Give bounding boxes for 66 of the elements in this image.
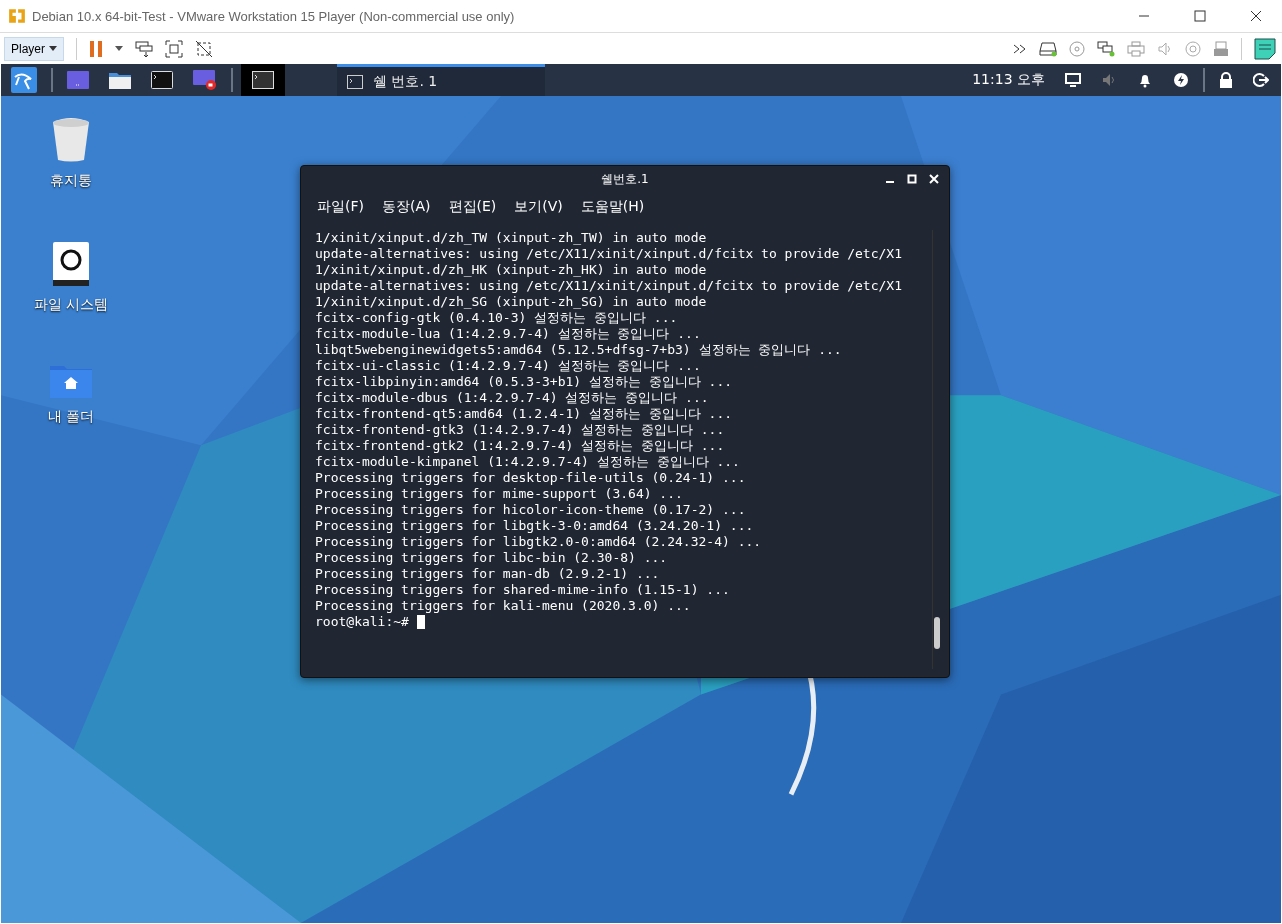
drive-icon[interactable]: [53, 242, 89, 286]
lock-icon[interactable]: [1219, 72, 1233, 88]
speaker-icon[interactable]: [1101, 72, 1117, 88]
unity-icon[interactable]: [195, 39, 213, 58]
folder-icon[interactable]: [109, 71, 131, 89]
terminal-line: Processing triggers for libc-bin (2.30-8) ...: [315, 550, 669, 566]
pause-icon[interactable]: [89, 40, 103, 57]
player-menu-button[interactable]: Player: [4, 36, 64, 61]
terminal-icon[interactable]: [252, 71, 274, 89]
trash-icon[interactable]: [51, 118, 91, 162]
terminal-line: fcitx-module-dbus (1:4.2.9.7-4) 설정하는 중입니다 ...: [315, 390, 710, 406]
power-icon[interactable]: [1173, 72, 1189, 88]
vmware-logo-icon: [8, 7, 26, 25]
menu-item[interactable]: 편집(E): [448, 198, 497, 216]
terminal-line: update-alternatives: using /etc/X11/xinit/xinput.d/fcitx to provide /etc/X1: [315, 278, 903, 294]
terminal-line: fcitx-module-lua (1:4.2.9.7-4) 설정하는 중입니다 ...: [315, 326, 702, 342]
desktop-icon-label[interactable]: 내 폴더: [47, 408, 95, 426]
desktop-icon-label[interactable]: 휴지통: [50, 172, 92, 190]
terminal-line: Processing triggers for kali-menu (2020.3.0) ...: [315, 598, 692, 614]
terminal-line: 1/xinit/xinput.d/zh_HK (xinput-zh_HK) in auto mode: [315, 262, 708, 278]
send-keys-icon[interactable]: [135, 39, 153, 58]
double-chevron-icon[interactable]: [1013, 43, 1027, 54]
menu-item[interactable]: 보기(V): [514, 198, 563, 216]
terminal-line: fcitx-module-kimpanel (1:4.2.9.7-4) 설정하는 중입니다 ...: [315, 454, 741, 470]
text-cursor: [416, 615, 425, 629]
clock[interactable]: 11:13 오후: [972, 71, 1045, 89]
monitor-icon[interactable]: [1065, 73, 1081, 87]
menu-item[interactable]: 동장(A): [382, 198, 431, 216]
note-icon[interactable]: [1254, 37, 1276, 60]
terminal-line: fcitx-frontend-qt5:amd64 (1.2.4-1) 설정하는 중입니다 ...: [315, 406, 734, 422]
taskbar-button[interactable]: 쉘 번호. 1: [337, 64, 545, 96]
terminal-line: fcitx-frontend-gtk2 (1:4.2.9.7-4) 설정하는 중입니다 ...: [315, 438, 726, 454]
terminal-line: Processing triggers for man-db (2.9.2-1) ...: [315, 566, 661, 582]
terminal-line: 1/xinit/xinput.d/zh_TW (xinput-zh_TW) in auto mode: [315, 230, 708, 246]
menu-item[interactable]: 도움말(H): [580, 198, 645, 216]
close-icon[interactable]: [1250, 10, 1262, 22]
terminal-icon[interactable]: [151, 71, 173, 89]
terminal-line: Processing triggers for libgtk-3-0:amd64 (3.24.20-1) ...: [315, 518, 755, 534]
bell-icon[interactable]: [1137, 72, 1153, 88]
terminal-title: 쉘번호.1: [601, 170, 649, 188]
terminal-line: fcitx-config-gtk (0.4.10-3) 설정하는 중입니다 ...: [315, 310, 679, 326]
shell-prompt: root@kali:~#: [315, 614, 409, 630]
terminal-line: 1/xinit/xinput.d/zh_SG (xinput-zh_SG) in auto mode: [315, 294, 708, 310]
terminal-icon: [347, 74, 363, 89]
fullscreen-icon[interactable]: [165, 39, 183, 58]
workspace-switcher[interactable]: [241, 64, 285, 96]
terminal-line: update-alternatives: using /etc/X11/xinit/xinput.d/fcitx to provide /etc/X1: [315, 246, 903, 262]
terminal-line: Processing triggers for desktop-file-utils (0.24-1) ...: [315, 470, 747, 486]
terminal-line: fcitx-ui-classic (1:4.2.9.7-4) 설정하는 중입니다 ...: [315, 358, 702, 374]
desktop-icon-label[interactable]: 파일 시스템: [33, 296, 109, 314]
terminal-line: Processing triggers for shared-mime-info (1.15-1) ...: [315, 582, 731, 598]
logout-icon[interactable]: [1253, 72, 1269, 88]
terminal-line: fcitx-libpinyin:amd64 (0.5.3-3+b1) 설정하는 중입니다 ...: [315, 374, 734, 390]
terminal-line: Processing triggers for mime-support (3.64) ...: [315, 486, 684, 502]
screen-recorder-icon[interactable]: [193, 70, 217, 90]
network-icon[interactable]: [1097, 40, 1115, 57]
terminal-line: Processing triggers for hicolor-icon-theme (0.17-2) ...: [315, 502, 747, 518]
caret-icon[interactable]: [115, 46, 123, 51]
dragon-menu-icon[interactable]: [11, 67, 37, 93]
terminal-line: fcitx-frontend-gtk3 (1:4.2.9.7-4) 설정하는 중입니다 ...: [315, 422, 726, 438]
usb-icon[interactable]: [1213, 40, 1229, 57]
terminal-line: libqt5webenginewidgets5:amd64 (5.12.5+dfsg-7+b3) 설정하는 중입니다 ...: [315, 342, 843, 358]
scrollbar-thumb[interactable]: [934, 617, 940, 649]
terminal-line: Processing triggers for libgtk2.0-0:amd64 (2.24.32-4) ...: [315, 534, 763, 550]
menu-item[interactable]: 파일(F): [317, 198, 364, 216]
window-title: Debian 10.x 64-bit-Test - VMware Workstation 15 Player (Non-commercial use only): [32, 8, 515, 24]
